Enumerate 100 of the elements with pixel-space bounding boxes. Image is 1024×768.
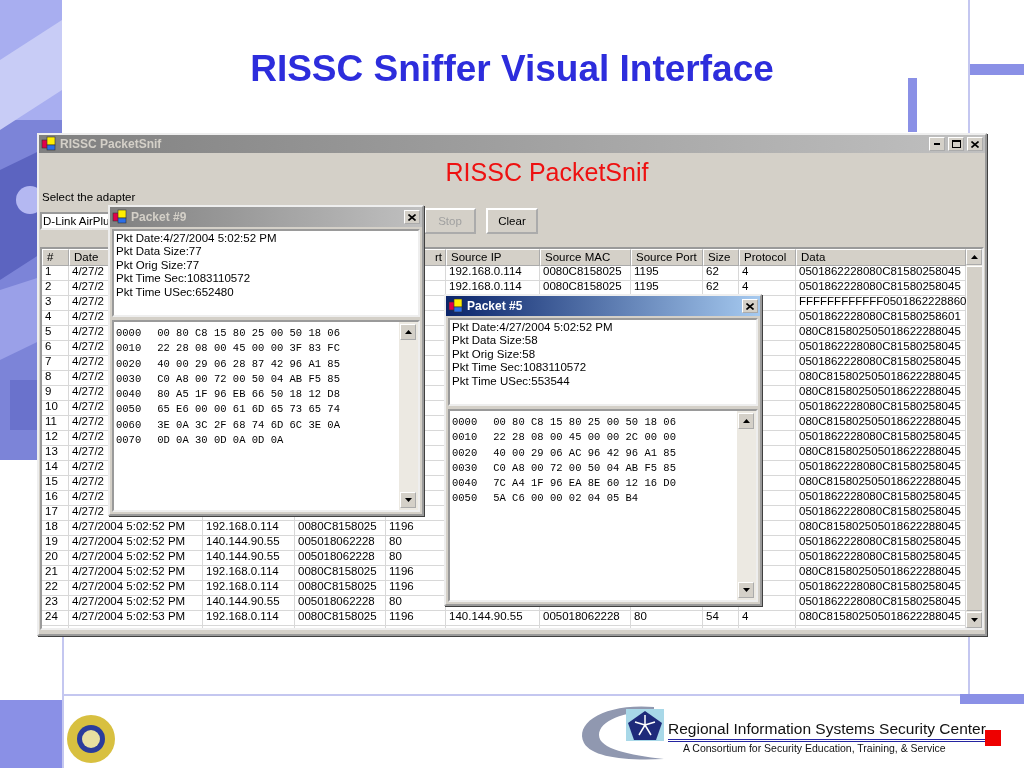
table-cell: 4/27/2 — [72, 280, 104, 292]
table-cell: 4/27/2004 5:02:53 PM — [72, 610, 186, 622]
hex-offset: 0020 — [116, 356, 142, 372]
table-cell: 0501862228080C81580258045 — [799, 535, 961, 547]
table-cell: 4/27/2 — [72, 340, 104, 352]
table-cell: 192.168.0.114 — [206, 580, 279, 592]
hex-bytes: 00 80 C8 15 80 25 00 50 18 06 — [493, 415, 676, 430]
table-cell: 4 — [742, 280, 749, 292]
hex-bytes: 5A C6 00 00 02 04 05 B4 — [493, 491, 639, 507]
table-cell: 12 — [45, 430, 58, 442]
table-cell: 4/27/2 — [72, 505, 104, 517]
table-cell: 80 — [389, 535, 402, 547]
hex-offset: 0040 — [116, 387, 142, 403]
table-cell: 140.144.90.55 — [206, 595, 280, 607]
footer-org-name: Regional Information Systems Security Center — [668, 720, 986, 742]
adapter-label: Select the adapter — [42, 191, 136, 203]
table-cell: 140.144.90.55 — [206, 535, 280, 547]
table-cell: 6 — [45, 340, 52, 352]
table-cell: 9 — [45, 385, 52, 397]
table-cell: 080C815802505018622288045 — [799, 565, 961, 577]
app-heading: RISSC PacketSnif — [445, 157, 649, 187]
table-cell: 4/27/2 — [72, 400, 104, 412]
table-cell: 4/27/2004 5:02:52 PM — [72, 535, 186, 547]
table-cell: 4 — [742, 610, 749, 622]
table-cell: 140.144.90.55 — [206, 550, 280, 562]
table-cell: 4 — [742, 265, 749, 277]
detail-line: Pkt Orig Size:77 — [116, 258, 200, 271]
table-cell: 8 — [45, 370, 52, 382]
table-cell: 4/27/2 — [72, 355, 104, 367]
table-cell: 4/27/2004 5:02:52 PM — [72, 580, 186, 592]
hex-bytes: 0D 0A 30 0D 0A 0D 0A — [157, 433, 284, 449]
table-cell: 0501862228080C81580258045 — [799, 460, 961, 472]
table-cell: 0080C8158025 — [543, 280, 622, 292]
table-cell: 4/27/2004 5:02:52 PM — [72, 520, 186, 532]
table-cell: 80 — [389, 595, 402, 607]
table-cell: 4/27/2 — [72, 475, 104, 487]
table-cell: 1196 — [389, 610, 414, 622]
table-cell: 080C815802505018622288045 — [799, 325, 961, 337]
hex-offset: 0050 — [116, 402, 142, 418]
table-cell: 140.144.90.55 — [449, 610, 523, 622]
table-cell: 10 — [45, 400, 58, 412]
table-cell: 20 — [45, 550, 58, 562]
window-title: RISSC PacketSnif — [60, 137, 163, 151]
hex-bytes: 65 E6 00 00 61 6D 65 73 65 74 — [157, 402, 340, 418]
detail-line: Pkt Date:4/27/2004 5:02:52 PM — [116, 232, 277, 244]
table-cell: 0080C8158025 — [298, 580, 377, 592]
detail-line: Pkt Time USec:652480 — [116, 285, 234, 298]
hex-bytes: 80 A5 1F 96 EB 66 50 18 12 D8 — [157, 387, 340, 403]
table-cell: 4/27/2 — [72, 295, 104, 307]
table-cell: 4 — [45, 310, 52, 322]
table-cell: 4/27/2 — [72, 325, 104, 337]
hex-offset: 0020 — [452, 445, 478, 461]
table-cell: 1196 — [389, 565, 414, 577]
table-cell: 7 — [45, 355, 52, 367]
table-cell: 080C815802505018622288045 — [799, 520, 961, 532]
table-cell: 4/27/2004 5:02:52 PM — [72, 565, 186, 577]
hex-offset: 0060 — [116, 417, 142, 433]
table-cell: 005018062228 — [543, 610, 620, 622]
table-cell: 1 — [45, 265, 52, 277]
hex-offset: 0040 — [452, 476, 478, 492]
table-cell: 080C815802505018622288045 — [799, 385, 961, 397]
hex-bytes: 22 28 08 00 45 00 00 2C 00 00 — [493, 430, 676, 446]
table-cell: 4/27/2 — [72, 490, 104, 502]
hex-offset: 0030 — [116, 371, 142, 387]
footer-tagline: A Consortium for Security Education, Training, & Service — [683, 742, 946, 754]
table-cell: 22 — [45, 580, 58, 592]
table-cell: 4/27/2 — [72, 460, 104, 472]
hex-offset: 0070 — [116, 433, 142, 449]
hex-offset: 0010 — [116, 341, 142, 357]
hex-offset: 0050 — [452, 491, 478, 507]
detail-line: Pkt Data Size:77 — [116, 245, 202, 258]
hex-bytes: 40 00 29 06 AC 96 42 96 A1 85 — [493, 445, 676, 461]
table-cell: 2 — [45, 280, 52, 292]
table-cell: 11 — [45, 415, 57, 427]
hex-bytes: C0 A8 00 72 00 50 04 AB F5 85 — [157, 371, 340, 387]
table-cell: 17 — [45, 505, 58, 517]
hex-bytes: 7C A4 1F 96 EA 8E 60 12 16 D0 — [493, 476, 676, 492]
table-cell: 080C815802505018622288045 — [799, 610, 961, 622]
table-cell: 0501862228080C81580258045 — [799, 505, 961, 517]
window-title: Packet #5 — [467, 299, 524, 313]
hex-offset: 0030 — [452, 460, 478, 476]
table-cell: 80 — [634, 610, 647, 622]
hex-offset: 0000 — [116, 326, 142, 341]
table-cell: 4/27/2004 5:02:52 PM — [72, 550, 186, 562]
table-cell: 4/27/2004 5:02:52 PM — [72, 595, 186, 607]
table-cell: 62 — [706, 265, 719, 277]
table-cell: 0501862228080C81580258045 — [799, 550, 961, 562]
table-cell: 192.168.0.114 — [449, 280, 522, 292]
detail-line: Pkt Orig Size:58 — [452, 347, 536, 360]
table-cell: 3 — [45, 295, 52, 307]
table-cell: 4/27/2 — [72, 265, 104, 277]
table-cell: 192.168.0.114 — [206, 565, 279, 577]
table-cell: 4/27/2 — [72, 415, 104, 427]
detail-line: Pkt Data Size:58 — [452, 334, 538, 347]
detail-line: Pkt Time USec:553544 — [452, 374, 570, 387]
table-cell: 0080C8158025 — [543, 265, 622, 277]
table-cell: 080C815802505018622288045 — [799, 445, 961, 457]
hex-bytes: 40 00 29 06 28 87 42 96 A1 85 — [157, 356, 340, 372]
table-cell: 1196 — [389, 580, 414, 592]
table-cell: 62 — [706, 280, 719, 292]
